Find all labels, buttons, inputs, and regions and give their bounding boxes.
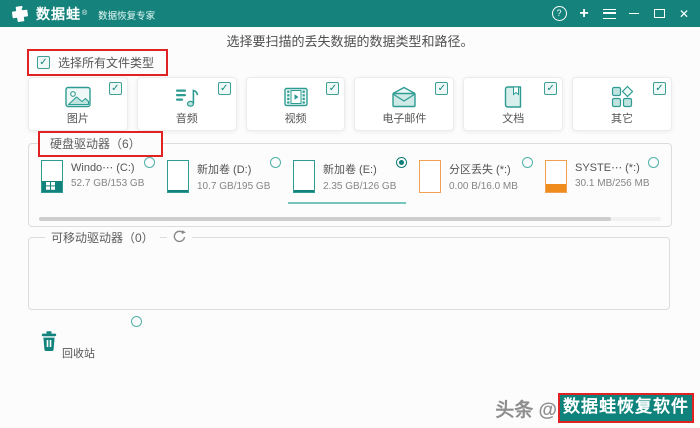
app-subtitle: 数据恢复专家 xyxy=(98,10,156,22)
drive-info: Windo⋯ (C:) 52.7 GB/153 GB xyxy=(71,157,144,193)
drive-icon xyxy=(419,160,441,193)
other-icon xyxy=(610,83,634,109)
select-all-checkbox[interactable]: ✓ xyxy=(37,56,50,69)
drive-info: 新加卷 (E:) 2.35 GB/126 GB xyxy=(323,157,396,193)
drive-name: Windo⋯ (C:) xyxy=(71,162,135,174)
drive-usage-fill xyxy=(168,189,188,192)
window-controls: ? + ✕ xyxy=(551,5,692,22)
drive-capacity: 52.7 GB/153 GB xyxy=(71,178,145,189)
hard-drives-panel: 硬盘驱动器（6） Windo⋯ (C:) 52.7 GB/153 GB 新加卷 … xyxy=(28,131,672,227)
drives-scrollbar-thumb[interactable] xyxy=(39,217,612,221)
file-type-card[interactable]: ✓ 电子邮件 xyxy=(354,77,455,131)
drive-icon xyxy=(293,160,315,193)
email-icon xyxy=(390,83,418,109)
drive-item[interactable]: 分区丢失 (*:) 0.00 B/16.0 MB xyxy=(419,157,545,193)
drive-radio[interactable] xyxy=(522,157,533,168)
title-bar: 数据蛙 ® 数据恢复专家 ? + ✕ xyxy=(0,0,700,27)
file-type-card[interactable]: ✓ 文档 xyxy=(463,77,564,131)
minimize-icon[interactable] xyxy=(626,6,642,22)
file-type-label: 其它 xyxy=(611,112,634,125)
hard-drives-legend: 硬盘驱动器（6） xyxy=(38,131,163,157)
file-type-card[interactable]: ✓ 视频 xyxy=(245,77,346,131)
drive-info: SYSTE⋯ (*:) 30.1 MB/256 MB xyxy=(575,157,649,193)
drive-capacity: 0.00 B/16.0 MB xyxy=(449,181,518,192)
page-title: 选择要扫描的丢失数据的数据类型和路径。 xyxy=(226,34,474,49)
drive-usage-fill xyxy=(546,183,566,192)
drive-name: 分区丢失 (*:) xyxy=(449,164,511,176)
drive-name: SYSTE⋯ (*:) xyxy=(575,162,640,174)
drive-radio[interactable] xyxy=(144,157,155,168)
drives-scrollbar[interactable] xyxy=(39,217,661,221)
drive-radio[interactable] xyxy=(270,157,281,168)
file-type-checkbox[interactable]: ✓ xyxy=(435,82,449,95)
app-title: 数据蛙 xyxy=(36,5,81,22)
file-type-label: 图片 xyxy=(66,112,89,125)
file-type-label: 电子邮件 xyxy=(382,112,427,125)
select-all-label: 选择所有文件类型 xyxy=(58,56,155,70)
drive-radio[interactable] xyxy=(396,157,407,168)
image-icon xyxy=(65,83,91,109)
menu-icon[interactable] xyxy=(601,6,617,22)
watermark-prefix: 头条 @ xyxy=(495,399,557,421)
drive-capacity: 10.7 GB/195 GB xyxy=(197,181,271,192)
brand-registered-mark: ® xyxy=(82,10,88,17)
document-icon xyxy=(501,83,525,109)
watermark: 头条 @ 数据蛙恢复软件 xyxy=(495,393,694,423)
drive-item[interactable]: 新加卷 (E:) 2.35 GB/126 GB xyxy=(288,157,419,204)
file-type-label: 文档 xyxy=(502,112,525,125)
drive-capacity: 30.1 MB/256 MB xyxy=(575,178,650,189)
plus-icon[interactable]: + xyxy=(576,5,592,22)
file-type-label: 视频 xyxy=(284,112,307,125)
drive-capacity: 2.35 GB/126 GB xyxy=(323,181,397,192)
file-type-checkbox[interactable]: ✓ xyxy=(326,82,340,95)
help-icon[interactable]: ? xyxy=(551,6,567,22)
file-type-label: 音频 xyxy=(175,112,198,125)
drive-usage-fill xyxy=(42,181,62,192)
removable-drives-panel: 可移动驱动器（0） xyxy=(28,229,670,310)
drive-name: 新加卷 (E:) xyxy=(323,164,377,176)
drive-name: 新加卷 (D:) xyxy=(197,164,252,176)
file-type-card[interactable]: ✓ 其它 xyxy=(572,77,672,131)
drive-info: 新加卷 (D:) 10.7 GB/195 GB xyxy=(197,157,270,193)
audio-icon xyxy=(174,83,200,109)
drive-icon xyxy=(41,160,63,193)
recycle-bin-label: 回收站 xyxy=(62,348,95,360)
drive-icon xyxy=(167,160,189,193)
app-logo-icon xyxy=(9,2,32,25)
file-type-cards: ✓ 图片 ✓ 音频 ✓ 视频 ✓ 电子邮件 ✓ 文档 ✓ 其它 xyxy=(28,77,672,131)
drive-item[interactable]: Windo⋯ (C:) 52.7 GB/153 GB xyxy=(41,157,167,193)
refresh-icon[interactable] xyxy=(167,229,192,244)
maximize-icon[interactable] xyxy=(651,6,667,22)
drive-icon xyxy=(545,160,567,193)
drive-item[interactable]: SYSTE⋯ (*:) 30.1 MB/256 MB xyxy=(545,157,671,193)
recycle-bin-radio[interactable] xyxy=(131,316,142,327)
file-type-checkbox[interactable]: ✓ xyxy=(217,82,231,95)
scan-button[interactable]: 数据蛙恢复软件 xyxy=(558,393,694,423)
file-type-checkbox[interactable]: ✓ xyxy=(652,82,666,95)
removable-drives-legend: 可移动驱动器（0） xyxy=(45,229,160,246)
trash-icon[interactable] xyxy=(40,330,58,357)
drive-radio[interactable] xyxy=(648,157,659,168)
drive-usage-fill xyxy=(294,189,314,192)
drive-item[interactable]: 新加卷 (D:) 10.7 GB/195 GB xyxy=(167,157,293,193)
file-type-checkbox[interactable]: ✓ xyxy=(108,82,122,95)
video-icon xyxy=(283,83,309,109)
drive-info: 分区丢失 (*:) 0.00 B/16.0 MB xyxy=(449,157,518,193)
file-type-card[interactable]: ✓ 图片 xyxy=(28,77,128,131)
file-type-card[interactable]: ✓ 音频 xyxy=(136,77,237,131)
file-type-checkbox[interactable]: ✓ xyxy=(544,82,558,95)
select-all-file-types[interactable]: ✓ 选择所有文件类型 xyxy=(27,49,169,76)
close-icon[interactable]: ✕ xyxy=(676,6,692,22)
